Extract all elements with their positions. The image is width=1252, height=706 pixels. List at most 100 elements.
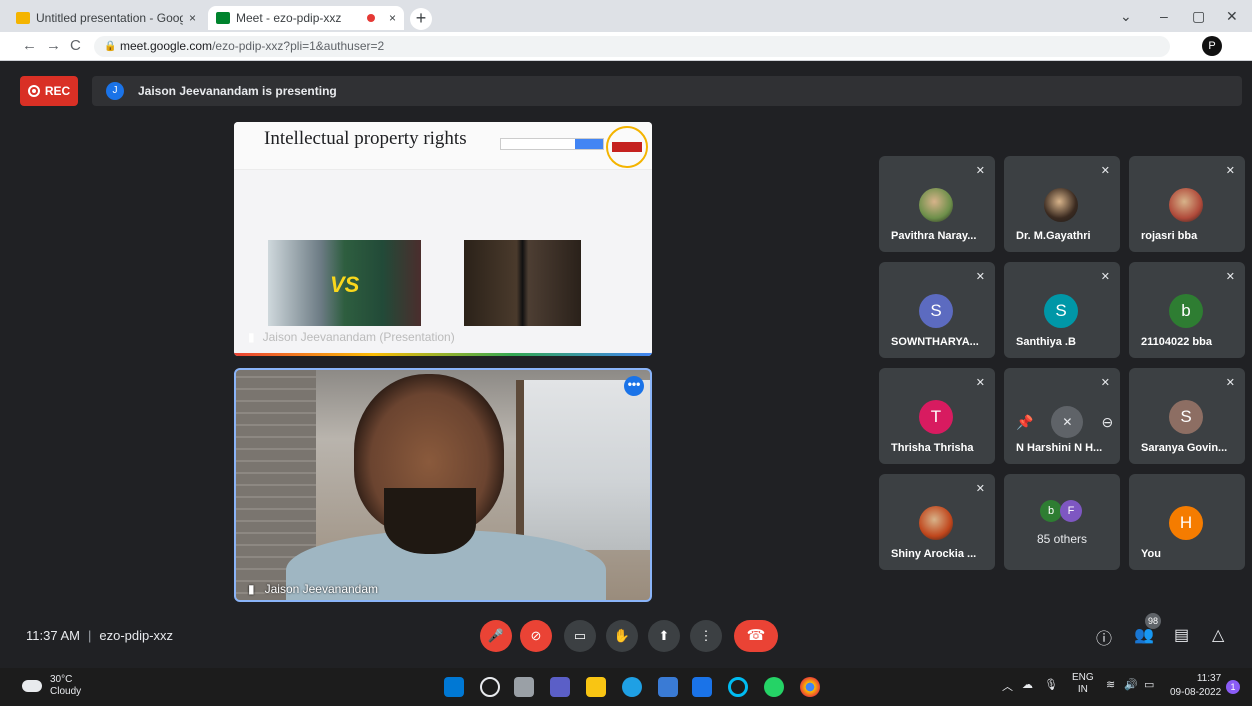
- store-icon[interactable]: [658, 677, 678, 697]
- slide-search-image: [500, 138, 604, 150]
- wifi-icon[interactable]: ≋: [1106, 678, 1115, 691]
- whatsapp-icon[interactable]: [764, 677, 784, 697]
- weather-widget[interactable]: 30°C Cloudy: [22, 674, 81, 698]
- camera-tile[interactable]: ▮ Jaison Jeevanandam •••: [234, 368, 652, 602]
- chrome-icon[interactable]: [800, 677, 820, 697]
- participant-tile[interactable]: ✕ rojasri bba: [1129, 156, 1245, 252]
- participant-name: Thrisha Thrisha: [891, 442, 974, 454]
- onedrive-icon[interactable]: ☁: [1022, 678, 1033, 691]
- teams-icon[interactable]: [550, 677, 570, 697]
- activities-icon[interactable]: △: [1212, 625, 1224, 645]
- edge-icon[interactable]: [622, 677, 642, 697]
- person-beard: [384, 488, 476, 554]
- recording-indicator[interactable]: REC: [20, 76, 78, 106]
- temperature: 30°C: [50, 674, 73, 685]
- notification-badge[interactable]: 1: [1226, 680, 1240, 694]
- mic-muted-icon: ✕: [1100, 165, 1110, 177]
- tab-slides[interactable]: Untitled presentation - Google S ×: [8, 6, 204, 30]
- participant-avatar: S: [1169, 400, 1203, 434]
- participant-tile[interactable]: ✕ b 21104022 bba: [1129, 262, 1245, 358]
- participant-avatar: S: [1044, 294, 1078, 328]
- mic-muted-icon: ✕: [1100, 271, 1110, 283]
- meeting-details: 11:37 AM | ezo-pdip-xxz: [26, 628, 173, 643]
- windows-taskbar: 30°C Cloudy ︿ ☁ 🎙 ENG IN ≋ 🔊 ▭ 11:37 09-08-…: [0, 668, 1252, 706]
- mic-muted-icon: ✕: [1225, 377, 1235, 389]
- participant-photo: [1044, 188, 1078, 222]
- reload-icon[interactable]: C: [70, 37, 81, 54]
- battery-icon[interactable]: ▭: [1144, 678, 1154, 691]
- participant-tile[interactable]: ✕ T Thrisha Thrisha: [879, 368, 995, 464]
- mic-muted-icon: ✕: [975, 483, 985, 495]
- vs-text: VS: [330, 272, 360, 297]
- participant-tile[interactable]: ✕ Dr. M.Gayathri: [1004, 156, 1120, 252]
- profile-avatar[interactable]: P: [1202, 36, 1222, 56]
- participant-tile[interactable]: b F 85 others: [1004, 474, 1120, 570]
- participant-tile[interactable]: ✕ S Santhiya .B: [1004, 262, 1120, 358]
- end-call-button[interactable]: ☎: [734, 620, 778, 652]
- pin-icon: ▮: [248, 582, 255, 596]
- chat-icon[interactable]: ▤: [1174, 625, 1189, 645]
- remove-icon[interactable]: ⊖: [1101, 414, 1113, 431]
- participant-tile[interactable]: ✕ Pavithra Naray...: [879, 156, 995, 252]
- more-options-icon[interactable]: •••: [624, 376, 644, 396]
- clock-time: 11:37: [1196, 673, 1222, 684]
- app-l-icon[interactable]: [692, 677, 712, 697]
- weather-condition: Cloudy: [50, 686, 82, 697]
- record-icon: [27, 85, 40, 97]
- participant-avatar: T: [919, 400, 953, 434]
- participant-tile[interactable]: ✕ S Saranya Govin...: [1129, 368, 1245, 464]
- task-view-icon[interactable]: [514, 677, 534, 697]
- slide-header: Intellectual property rights: [234, 122, 652, 170]
- new-tab-button[interactable]: +: [410, 8, 432, 30]
- close-tab-icon[interactable]: ×: [389, 11, 396, 25]
- tab-search-icon[interactable]: ⌄: [1120, 8, 1132, 25]
- mic-muted-icon: ✕: [975, 271, 985, 283]
- participant-name: Saranya Govin...: [1141, 442, 1228, 454]
- tab-meet[interactable]: Meet - ezo-pdip-xxz ×: [208, 6, 404, 30]
- file-explorer-icon[interactable]: [586, 677, 606, 697]
- more-options-button[interactable]: ⋮: [690, 620, 722, 652]
- meeting-time: 11:37 AM: [26, 628, 80, 643]
- language-indicator[interactable]: ENG IN: [1072, 672, 1094, 696]
- captions-button[interactable]: ▭: [564, 620, 596, 652]
- minimize-button[interactable]: –: [1160, 8, 1168, 24]
- mute-icon[interactable]: ✕: [1051, 406, 1084, 438]
- close-tab-icon[interactable]: ×: [189, 11, 196, 25]
- cortana-icon[interactable]: [728, 677, 748, 697]
- slides-icon: [16, 12, 30, 24]
- close-window-button[interactable]: ✕: [1226, 8, 1238, 25]
- present-button[interactable]: ⬆: [648, 620, 680, 652]
- camera-off-button[interactable]: ⊘: [520, 620, 552, 652]
- volume-icon[interactable]: 🔊: [1124, 678, 1138, 691]
- maximize-button[interactable]: ▢: [1192, 8, 1205, 25]
- back-icon[interactable]: ←: [22, 37, 37, 54]
- movie-poster-image: [464, 240, 581, 326]
- participant-avatar: S: [919, 294, 953, 328]
- participant-avatar: b: [1169, 294, 1203, 328]
- participant-tile[interactable]: ✕ S SOWNTHARYA...: [879, 262, 995, 358]
- tile-hover-controls: 📌 ✕ ⊖: [1016, 406, 1113, 438]
- participant-tile[interactable]: H You: [1129, 474, 1245, 570]
- camera-caption: ▮ Jaison Jeevanandam: [248, 582, 378, 596]
- presentation-tile[interactable]: Intellectual property rights VS ▮ Jaison …: [234, 122, 652, 356]
- participant-tile[interactable]: ✕ 📌 ✕ ⊖ N Harshini N H...: [1004, 368, 1120, 464]
- meeting-info-icon[interactable]: ⓘ: [1096, 625, 1112, 649]
- system-clock[interactable]: 11:37 09-08-2022: [1170, 672, 1221, 700]
- pin-icon[interactable]: 📌: [1016, 414, 1033, 431]
- presenting-banner: J Jaison Jeevanandam is presenting: [92, 76, 1242, 106]
- forward-icon[interactable]: →: [46, 37, 61, 54]
- mic-off-button[interactable]: 🎤: [480, 620, 512, 652]
- window-background: [516, 380, 650, 550]
- search-icon[interactable]: [480, 677, 500, 697]
- participant-tile[interactable]: ✕ Shiny Arockia ...: [879, 474, 995, 570]
- chevron-up-icon[interactable]: ︿: [1002, 678, 1013, 694]
- tab-title: Meet - ezo-pdip-xxz: [236, 11, 342, 25]
- slide-logo-image: [606, 126, 648, 168]
- windows-start-icon[interactable]: [444, 677, 464, 697]
- raise-hand-button[interactable]: ✋: [606, 620, 638, 652]
- slide-caption: ▮ Jaison Jeevanandam (Presentation): [248, 330, 455, 344]
- clock-date: 09-08-2022: [1170, 687, 1222, 698]
- url-bar[interactable]: 🔒 meet.google.com/ezo-pdip-xxz?pli=1&aut…: [94, 36, 1170, 57]
- microphone-icon[interactable]: 🎙: [1044, 678, 1058, 691]
- lock-icon: 🔒: [104, 41, 117, 52]
